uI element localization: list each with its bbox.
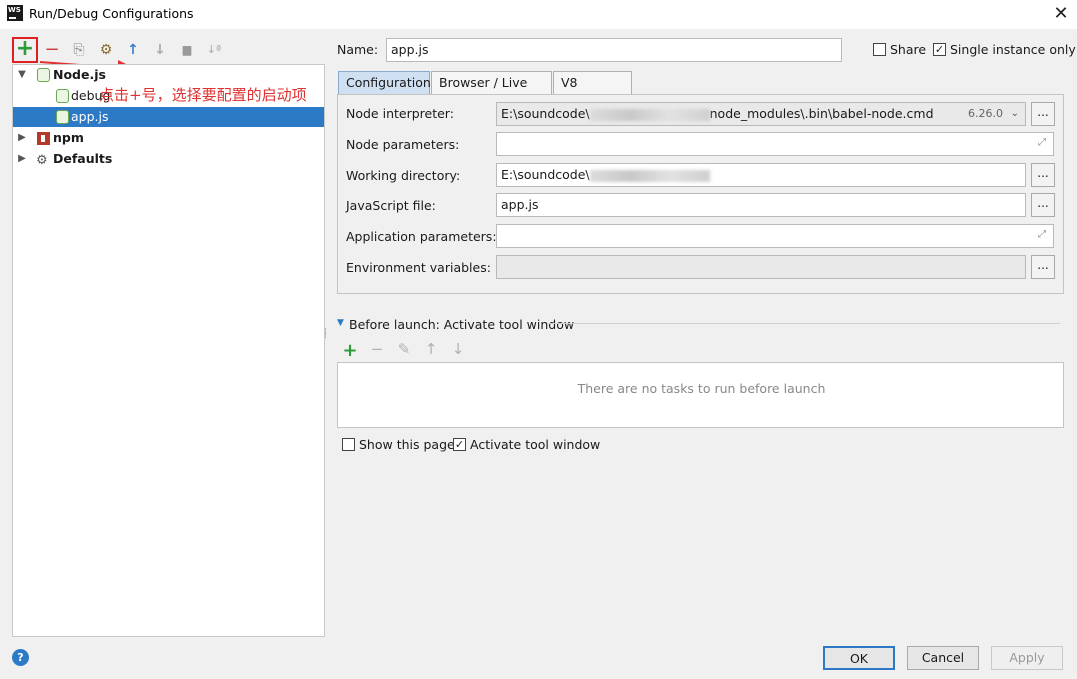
nodejs-icon [56,89,69,103]
before-launch-tasks-list[interactable]: There are no tasks to run before launch [337,362,1064,428]
node-interpreter-label: Node interpreter: [346,106,454,121]
title-bar: WS Run/Debug Configurations ✕ [0,0,1077,29]
working-directory-value: E:\soundcode\ [501,167,590,182]
window-title: Run/Debug Configurations [29,6,194,21]
nodejs-icon [37,68,50,82]
chevron-right-icon[interactable]: ▶ [17,128,27,148]
before-launch-add-button[interactable]: + [342,340,358,361]
ok-button[interactable]: OK [823,646,895,670]
wrench-icon: ⚙ [36,153,48,168]
apply-button[interactable]: Apply [991,646,1063,670]
tree-item-label: npm [53,130,84,145]
sort-button[interactable]: ↓ª [204,40,224,60]
expand-icon[interactable]: ⤢ [1038,137,1073,148]
annotation-text: 点击+号，选择要配置的启动项 [99,86,307,104]
working-directory-input[interactable]: E:\soundcode\ [496,163,1026,187]
expand-icon[interactable]: ⤢ [1038,229,1073,240]
chevron-down-icon[interactable]: ⌄ [1011,103,1019,125]
tab-configuration[interactable]: Configuration [338,71,431,94]
application-parameters-input[interactable] [496,224,1054,248]
move-down-button[interactable]: ↓ [150,40,170,60]
configuration-tree[interactable]: ▼ Node.js debug app.js ▶ npm ▶ ⚙ Default… [12,64,325,637]
environment-variables-browse-button[interactable]: ... [1031,255,1055,279]
help-icon[interactable]: ? [12,649,29,666]
folder-icon[interactable]: ▆ [177,40,197,60]
working-directory-label: Working directory: [346,168,461,183]
before-launch-up-button[interactable]: ↑ [423,340,439,358]
tree-node-npm[interactable]: ▶ npm [13,128,324,148]
before-launch-down-button[interactable]: ↓ [450,340,466,358]
cancel-button[interactable]: Cancel [907,646,979,670]
webstorm-logo-icon: WS [7,5,23,21]
name-input[interactable]: app.js [386,38,842,62]
before-launch-edit-button[interactable]: ✎ [396,340,412,358]
environment-variables-label: Environment variables: [346,260,491,275]
tab-browser-live-edit[interactable]: Browser / Live Edit [431,71,552,111]
node-interpreter-browse-button[interactable]: ... [1031,102,1055,126]
tree-item-label: app.js [71,109,109,124]
node-parameters-input[interactable] [496,132,1054,156]
collapse-triangle-icon[interactable]: ▼ [337,318,344,328]
node-version: 6.26.0 [968,107,1003,120]
application-parameters-label: Application parameters: [346,229,497,244]
divider [547,323,1060,324]
npm-icon [37,132,50,145]
tab-v8-profiling[interactable]: V8 Profiling [553,71,632,111]
before-launch-title: Before launch: Activate tool window [349,317,575,332]
node-interpreter-select[interactable]: E:\soundcode\ node_modules\.bin\babel-nod… [496,102,1026,126]
tree-item-label: Defaults [53,151,113,166]
single-instance-label: Single instance only [950,42,1076,57]
logo-text: WS [8,6,21,14]
show-this-page-checkbox[interactable] [342,438,355,451]
close-icon[interactable]: ✕ [1051,4,1071,24]
show-this-page-label: Show this page [359,437,455,452]
javascript-file-label: JavaScript file: [346,198,436,213]
share-checkbox[interactable] [873,43,886,56]
chevron-down-icon[interactable]: ▼ [17,65,27,85]
node-parameters-label: Node parameters: [346,137,460,152]
working-directory-browse-button[interactable]: ... [1031,163,1055,187]
tree-node-defaults[interactable]: ▶ ⚙ Defaults [13,149,324,169]
node-interpreter-suffix: node_modules\.bin\babel-node.cmd [709,106,934,121]
environment-variables-input[interactable] [496,255,1026,279]
add-configuration-button[interactable]: + [15,38,35,60]
javascript-file-browse-button[interactable]: ... [1031,193,1055,217]
activate-tool-window-checkbox[interactable]: ✓ [453,438,466,451]
chevron-right-icon[interactable]: ▶ [17,149,27,169]
nodejs-icon [56,110,69,124]
before-launch-remove-button[interactable]: − [369,340,385,358]
empty-tasks-text: There are no tasks to run before launch [577,381,826,396]
share-label: Share [890,42,927,57]
activate-tool-window-label: Activate tool window [470,437,601,452]
single-instance-checkbox[interactable]: ✓ [933,43,946,56]
tree-item-label: Node.js [53,67,106,82]
name-label: Name: [337,42,379,57]
redacted-path [589,169,710,182]
javascript-file-input[interactable]: app.js [496,193,1026,217]
tree-node-appjs[interactable]: app.js [13,107,324,127]
tree-node-nodejs[interactable]: ▼ Node.js [13,65,324,85]
redacted-path [589,108,710,121]
splitter-handle[interactable]: ⁞ ⁞ [324,328,330,344]
node-interpreter-prefix: E:\soundcode\ [501,106,590,121]
